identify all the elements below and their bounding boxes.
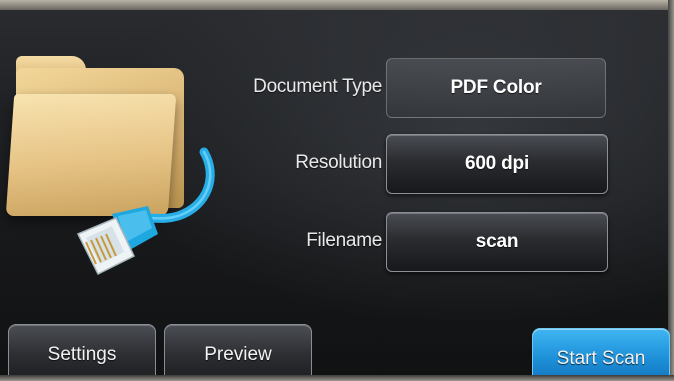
resolution-selector[interactable]: 600 dpi — [386, 134, 608, 194]
filename-field[interactable]: scan — [386, 212, 608, 272]
screen-bezel-bottom — [0, 375, 674, 381]
document-type-label: Document Type — [253, 76, 382, 97]
resolution-label: Resolution — [295, 152, 382, 173]
preview-button[interactable]: Preview — [164, 324, 312, 381]
screen-bezel-top — [0, 0, 674, 10]
scan-to-network-folder-screen: Document Type PDF Color Resolution 600 d… — [0, 0, 674, 381]
settings-button[interactable]: Settings — [8, 324, 156, 381]
start-scan-button[interactable]: Start Scan — [532, 328, 670, 381]
screen-bezel-right — [668, 0, 674, 381]
document-type-value: PDF Color — [386, 58, 606, 118]
filename-label: Filename — [306, 230, 382, 251]
